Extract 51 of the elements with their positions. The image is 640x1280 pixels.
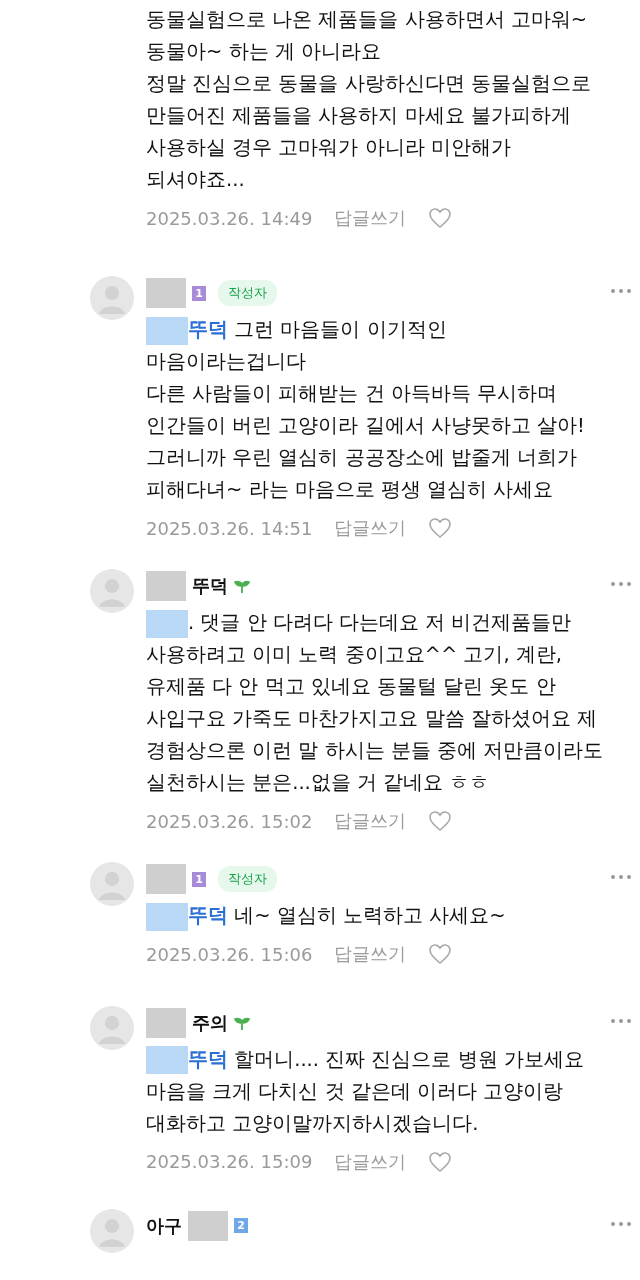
comment-date: 2025.03.26. 15:09 bbox=[146, 1151, 313, 1173]
reply-link[interactable]: 답글쓰기 bbox=[334, 809, 407, 834]
comment-date: 2025.03.26. 15:02 bbox=[146, 810, 313, 832]
more-icon[interactable] bbox=[610, 581, 632, 588]
avatar[interactable] bbox=[90, 862, 134, 907]
avatar[interactable] bbox=[90, 1208, 134, 1253]
author-name: 뚜덕 bbox=[192, 574, 228, 599]
more-icon[interactable] bbox=[610, 1017, 632, 1024]
comment-text: 동물실험으로 나온 제품들을 사용하면서 고마워~ 동물아~ 하는 게 아니라요 정말 진심으로 동물을 사랑하신다면 동물실험으로 만들어진 제품들을 사용하지 마세요 불가피하게 사용하실 경우 고마워가 아니라 미안해가 되셔야죠... bbox=[146, 7, 592, 193]
reply-link[interactable]: 답글쓰기 bbox=[334, 1149, 407, 1174]
redacted-mention bbox=[146, 316, 188, 345]
heart-icon[interactable] bbox=[428, 517, 453, 539]
more-icon[interactable] bbox=[610, 874, 632, 881]
comment-date: 2025.03.26. 15:06 bbox=[146, 943, 313, 965]
heart-icon[interactable] bbox=[428, 1150, 453, 1173]
redacted-name bbox=[146, 864, 186, 895]
redacted-mention bbox=[146, 609, 188, 638]
redacted-mention bbox=[146, 1046, 188, 1075]
level-badge: 1 bbox=[192, 285, 206, 301]
comment-date: 2025.03.26. 14:49 bbox=[146, 207, 313, 229]
redacted-mention bbox=[146, 902, 188, 931]
redacted-name bbox=[188, 1210, 228, 1241]
comment-text: 뚜덕 그런 마음들이 이기적인 마음이라는겁니다 다른 사람들이 피해받는 건 아득바득 무시하며 인간들이 버린 고양이라 길에서 사냥못하고 살아! 그러니까 우린 열심히 공공장소에 밥줄게 너희가 피해다녀~ 라는 마음으로 평생 열심히 사세요 bbox=[146, 315, 586, 503]
heart-icon[interactable] bbox=[428, 207, 453, 229]
reply-link[interactable]: 답글쓰기 bbox=[334, 942, 407, 967]
comment-text: . 댓글 안 다려다 다는데요 저 비건제품들만 사용하려고 이미 노력 중이고요^^ 고기, 계란, 유제품 다 안 먹고 있네요 동물털 달린 옷도 안 사입구요 가죽도 마찬가지고요 말씀 잘하셨어요 제 경험상으론 이런 말 하시는 분들 중에 저만큼이라도 실천하시는 분은...없을 거 같네요 ㅎㅎ bbox=[146, 608, 605, 797]
reply-link[interactable]: 답글쓰기 bbox=[334, 206, 407, 230]
redacted-name bbox=[146, 278, 186, 308]
comment-text: 뚜덕 네~ 열심히 노력하고 사세요~ bbox=[146, 900, 610, 933]
more-icon[interactable] bbox=[610, 1220, 632, 1227]
author-name: 주의 bbox=[192, 1010, 228, 1035]
mention-link[interactable]: 뚜덕 bbox=[188, 904, 228, 928]
comment-date: 2025.03.26. 14:51 bbox=[146, 517, 313, 539]
level-badge: 1 bbox=[192, 871, 206, 887]
avatar[interactable] bbox=[90, 1005, 134, 1050]
redacted-name bbox=[146, 571, 186, 602]
redacted-name bbox=[146, 1007, 186, 1038]
level-badge: 2 bbox=[234, 1218, 248, 1234]
avatar[interactable] bbox=[90, 569, 134, 614]
mention-link[interactable]: 뚜덕 bbox=[188, 1047, 228, 1071]
comment-text: 뚜덕 할머니.... 진짜 진심으로 병원 가보세요 마음을 크게 다치신 것 같은데 이러다 고양이랑 대화하고 고양이말까지하시겠습니다. bbox=[146, 1045, 585, 1137]
heart-icon[interactable] bbox=[428, 943, 453, 966]
avatar[interactable] bbox=[90, 276, 134, 320]
reply-link[interactable]: 답글쓰기 bbox=[334, 516, 407, 540]
author-badge: 작성자 bbox=[218, 866, 277, 893]
mention-link[interactable]: 뚜덕 bbox=[188, 318, 228, 341]
author-name: 아구 bbox=[146, 1213, 182, 1238]
author-badge: 작성자 bbox=[218, 280, 277, 306]
heart-icon[interactable] bbox=[428, 810, 453, 833]
more-icon[interactable] bbox=[610, 288, 632, 294]
sprout-icon bbox=[234, 578, 250, 595]
